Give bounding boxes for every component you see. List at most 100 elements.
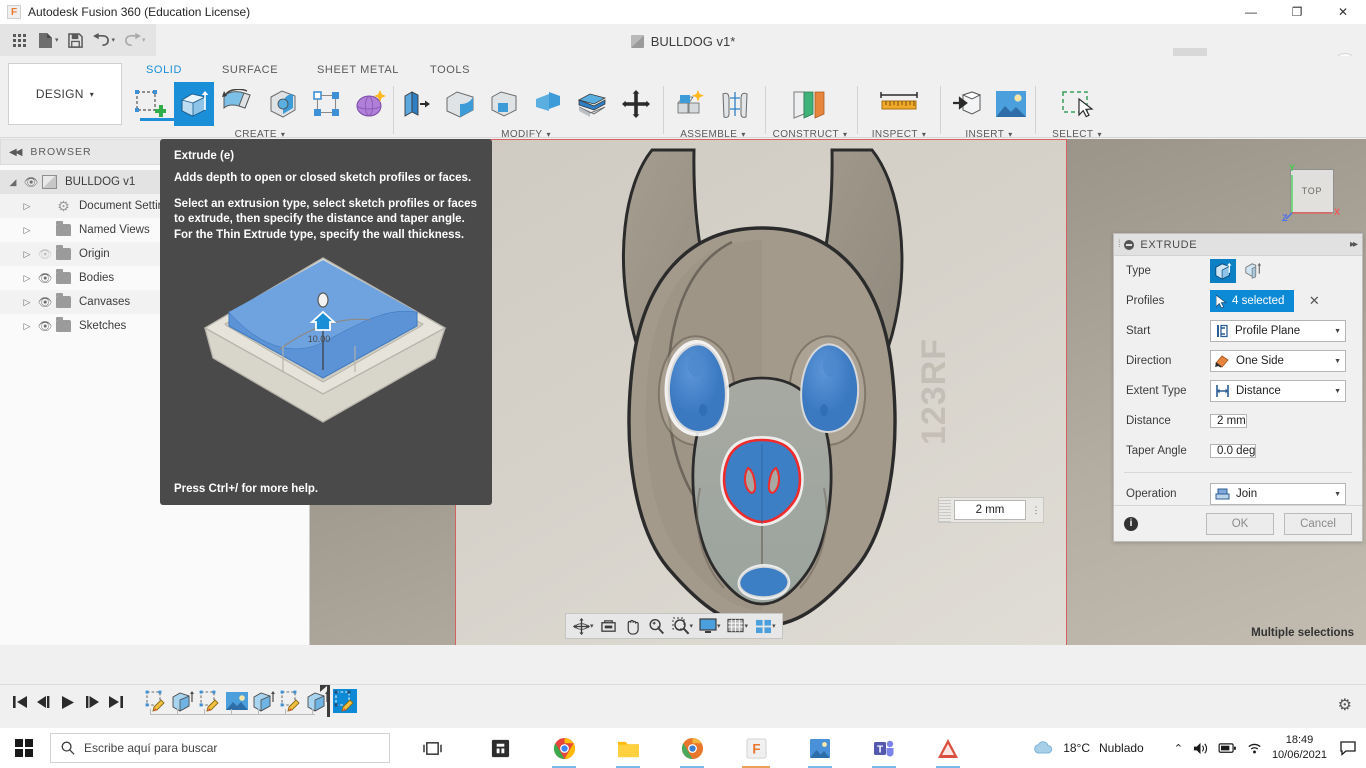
visibility-eye-icon[interactable]: 👁 <box>20 175 42 189</box>
zoom-icon[interactable] <box>645 615 669 637</box>
task-view-icon[interactable] <box>412 728 452 768</box>
visibility-eye-icon[interactable]: 👁 <box>34 319 56 333</box>
chevron-down-icon[interactable]: ▼ <box>1334 388 1341 395</box>
microsoft-store-icon[interactable] <box>480 728 520 768</box>
visibility-eye-icon[interactable]: 👁 <box>34 295 56 309</box>
sweep-icon[interactable] <box>264 84 302 124</box>
step-back-icon[interactable] <box>32 689 56 715</box>
manipulator-options-icon[interactable]: ⋮ <box>1029 505 1043 514</box>
assemble-caret[interactable]: ▾ <box>741 130 745 139</box>
timeline-feature-sketch-selected[interactable] <box>333 689 357 713</box>
start-dropdown[interactable]: Profile Plane ▼ <box>1210 320 1346 342</box>
operation-dropdown[interactable]: Join ▼ <box>1210 483 1346 505</box>
visibility-eye-icon[interactable]: 👁 <box>34 271 56 285</box>
rib-icon[interactable] <box>308 84 346 124</box>
windows-start-icon[interactable] <box>0 728 48 768</box>
new-component-icon[interactable] <box>672 84 710 124</box>
view-cube[interactable]: TOP Y X Z <box>1282 161 1344 223</box>
play-icon[interactable] <box>56 689 80 715</box>
shell-icon[interactable] <box>485 84 523 124</box>
form-icon[interactable] <box>352 84 390 124</box>
info-icon[interactable]: i <box>1124 516 1138 531</box>
show-hidden-icons-chevron[interactable]: ⌃ <box>1174 742 1183 755</box>
timeline-feature-extrude-2[interactable] <box>252 689 276 713</box>
extrude-icon[interactable] <box>174 82 214 126</box>
tab-surface[interactable]: SURFACE <box>222 61 278 79</box>
file-explorer-icon[interactable] <box>608 728 648 768</box>
expand-triangle-icon[interactable]: ▷ <box>20 321 34 332</box>
select-window-icon[interactable] <box>1054 84 1100 124</box>
timeline-feature-sketch-3[interactable] <box>279 689 303 713</box>
file-tab-bulldog[interactable]: BULLDOG v1* <box>630 34 735 49</box>
minimize-button[interactable]: — <box>1228 0 1274 24</box>
grid-snap-caret[interactable]: ▾ <box>745 622 749 630</box>
fillet-icon[interactable] <box>441 84 479 124</box>
insert-caret[interactable]: ▾ <box>1008 130 1012 139</box>
timeline-feature-sketch-2[interactable] <box>198 689 222 713</box>
expand-triangle-icon[interactable]: ▷ <box>20 249 34 260</box>
offset-plane-icon[interactable] <box>783 84 837 124</box>
expand-triangle-icon[interactable]: ▷ <box>20 225 34 236</box>
workspace-switcher[interactable]: DESIGN ▾ <box>8 63 122 125</box>
timeline-feature-canvas[interactable] <box>225 689 249 713</box>
photos-icon[interactable] <box>800 728 840 768</box>
timeline-playhead-stem[interactable] <box>327 685 330 717</box>
profiles-selection-button[interactable]: 4 selected <box>1210 290 1295 312</box>
pan-icon[interactable] <box>621 615 645 637</box>
chevron-down-icon[interactable]: ▼ <box>1334 328 1341 335</box>
expand-triangle-icon[interactable]: ▷ <box>20 201 34 212</box>
visibility-eye-off-icon[interactable]: 👁 <box>34 247 56 261</box>
grid-apps-icon[interactable] <box>6 27 32 53</box>
taskbar-search-box[interactable]: Escribe aquí para buscar <box>50 733 390 763</box>
create-caret[interactable]: ▾ <box>281 130 285 139</box>
chrome-canary-icon[interactable] <box>672 728 712 768</box>
step-forward-icon[interactable] <box>80 689 104 715</box>
maximize-button[interactable]: ❐ <box>1274 0 1320 24</box>
display-settings-caret[interactable]: ▾ <box>717 622 721 630</box>
viewports-caret[interactable]: ▾ <box>772 622 776 630</box>
tab-tools[interactable]: TOOLS <box>430 61 470 79</box>
expand-triangle-icon[interactable]: ▷ <box>20 297 34 308</box>
insert-canvas-icon[interactable] <box>992 84 1030 124</box>
expand-triangle-icon[interactable]: ◢ <box>6 177 20 188</box>
save-icon[interactable] <box>63 27 89 53</box>
extrude-type-thin-button[interactable] <box>1240 259 1266 283</box>
measure-ruler-icon[interactable] <box>875 84 923 124</box>
move-copy-icon[interactable] <box>617 84 655 124</box>
redo-caret[interactable]: ▾ <box>142 36 146 44</box>
extent-type-dropdown[interactable]: Distance ▼ <box>1210 380 1346 402</box>
joint-icon[interactable] <box>716 84 754 124</box>
go-to-end-icon[interactable] <box>104 689 128 715</box>
undo-caret[interactable]: ▾ <box>112 36 116 44</box>
canvas-distance-manipulator[interactable]: 2 mm ⋮ <box>938 497 1044 523</box>
timeline-feature-extrude-1[interactable] <box>171 689 195 713</box>
expand-right-icon[interactable]: ▸▸ <box>1350 239 1358 250</box>
timeline-feature-sketch-1[interactable] <box>144 689 168 713</box>
insert-derive-icon[interactable] <box>948 84 986 124</box>
draft-icon[interactable] <box>529 84 567 124</box>
google-chrome-icon[interactable] <box>544 728 584 768</box>
go-to-beginning-icon[interactable] <box>8 689 32 715</box>
revolve-icon[interactable] <box>220 84 258 124</box>
dialog-drag-handle[interactable]: ⁞ <box>1118 239 1121 250</box>
inspect-caret[interactable]: ▾ <box>922 130 926 139</box>
select-caret[interactable]: ▾ <box>1097 130 1101 139</box>
fusion360-icon[interactable]: F <box>736 728 776 768</box>
expand-triangle-icon[interactable]: ▷ <box>20 273 34 284</box>
clear-selection-button[interactable]: ✕ <box>1309 293 1320 308</box>
scale-icon[interactable] <box>573 84 611 124</box>
autodesk-app-icon[interactable] <box>928 728 968 768</box>
minus-circle-icon[interactable] <box>1124 239 1135 250</box>
tab-sheet-metal[interactable]: SHEET METAL <box>317 61 399 79</box>
distance-input[interactable]: 2 mm <box>1210 414 1247 428</box>
taper-angle-input[interactable]: 0.0 deg <box>1210 444 1257 458</box>
cancel-button[interactable]: Cancel <box>1284 512 1352 535</box>
extrude-type-solid-button[interactable] <box>1210 259 1236 283</box>
chevron-down-icon[interactable]: ▼ <box>1334 358 1341 365</box>
taskbar-clock[interactable]: 18:49 10/06/2021 <box>1272 733 1327 763</box>
new-document-caret[interactable]: ▾ <box>55 36 59 44</box>
teams-icon[interactable]: T <box>864 728 904 768</box>
collapse-left-icon[interactable]: ◀◀ <box>9 147 22 158</box>
look-at-icon[interactable] <box>597 615 621 637</box>
sketch-create-icon[interactable] <box>130 84 168 124</box>
